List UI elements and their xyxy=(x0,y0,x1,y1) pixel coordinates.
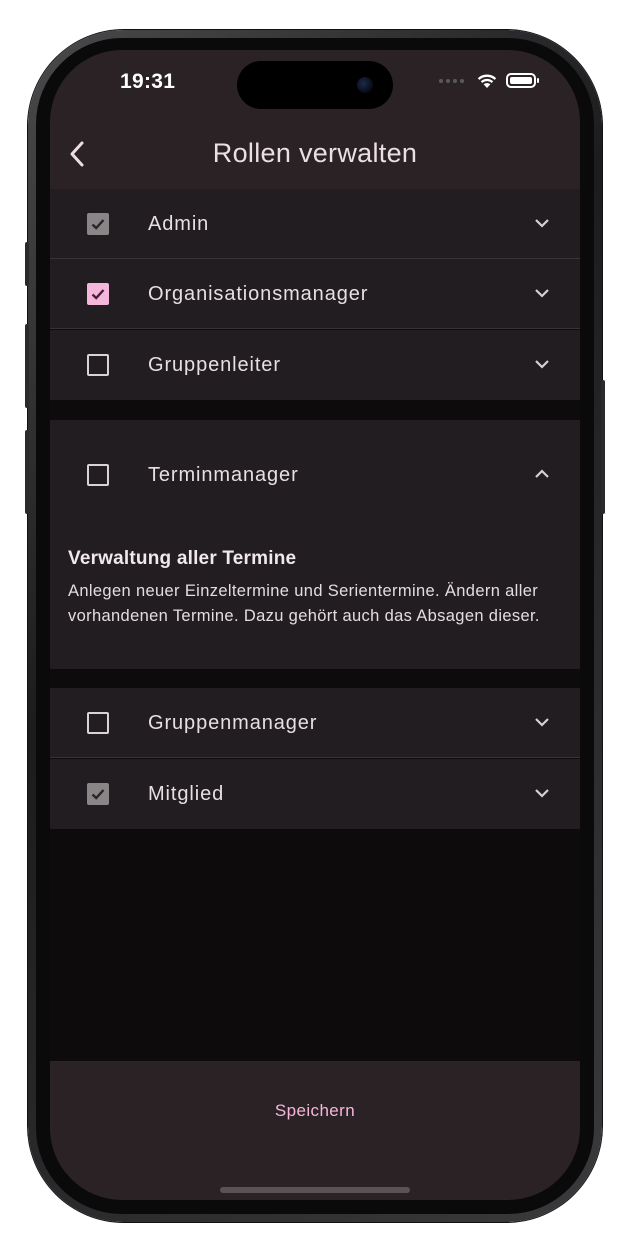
role-row-mitglied[interactable]: Mitglied xyxy=(50,759,580,829)
status-time: 19:31 xyxy=(120,70,176,93)
status-icons xyxy=(439,72,539,89)
role-checkbox-terminmanager[interactable] xyxy=(87,464,109,486)
role-checkbox-mitglied xyxy=(87,783,109,805)
chevron-down-icon[interactable] xyxy=(534,787,550,799)
role-detail-text: Anlegen neuer Einzeltermine und Seriente… xyxy=(68,582,540,625)
chevron-up-icon[interactable] xyxy=(534,468,550,480)
role-row-gruppenleiter[interactable]: Gruppenleiter xyxy=(50,330,580,400)
dynamic-island xyxy=(237,61,393,109)
check-icon xyxy=(91,219,105,230)
role-detail-title: Verwaltung aller Termine xyxy=(68,548,297,569)
camera-icon xyxy=(357,77,373,93)
app-screen: 19:31 Rollen verwalten Admin Organisatio… xyxy=(50,50,580,1200)
bottom-bar: Speichern xyxy=(50,1061,580,1200)
wifi-icon xyxy=(477,74,497,88)
check-icon xyxy=(91,289,105,300)
action-button xyxy=(25,242,29,286)
chevron-down-icon[interactable] xyxy=(534,716,550,728)
role-checkbox-admin xyxy=(87,213,109,235)
volume-down-button xyxy=(25,430,29,514)
role-label: Admin xyxy=(148,213,210,235)
volume-up-button xyxy=(25,324,29,408)
role-checkbox-gruppenmanager[interactable] xyxy=(87,712,109,734)
role-label: Gruppenmanager xyxy=(148,712,318,734)
power-button xyxy=(601,380,605,514)
battery-icon xyxy=(506,73,539,88)
chevron-down-icon[interactable] xyxy=(534,287,550,299)
chevron-down-icon[interactable] xyxy=(534,358,550,370)
save-button[interactable]: Speichern xyxy=(50,1101,580,1121)
role-checkbox-organisationsmanager[interactable] xyxy=(87,283,109,305)
role-row-organisationsmanager[interactable]: Organisationsmanager xyxy=(50,259,580,329)
role-label[interactable]: Terminmanager xyxy=(148,464,299,487)
role-label: Mitglied xyxy=(148,783,225,805)
check-icon xyxy=(91,789,105,800)
role-label: Gruppenleiter xyxy=(148,354,281,376)
role-label: Organisationsmanager xyxy=(148,283,369,305)
signal-dots-icon xyxy=(439,78,464,83)
role-checkbox-gruppenleiter[interactable] xyxy=(87,354,109,376)
divider xyxy=(50,757,580,758)
role-row-admin[interactable]: Admin xyxy=(50,189,580,259)
role-row-gruppenmanager[interactable]: Gruppenmanager xyxy=(50,688,580,758)
role-panel-terminmanager: Terminmanager Verwaltung aller Termine A… xyxy=(50,420,580,669)
page-title: Rollen verwalten xyxy=(212,138,418,168)
divider xyxy=(50,328,580,329)
chevron-down-icon[interactable] xyxy=(534,217,550,229)
home-indicator xyxy=(220,1187,410,1193)
